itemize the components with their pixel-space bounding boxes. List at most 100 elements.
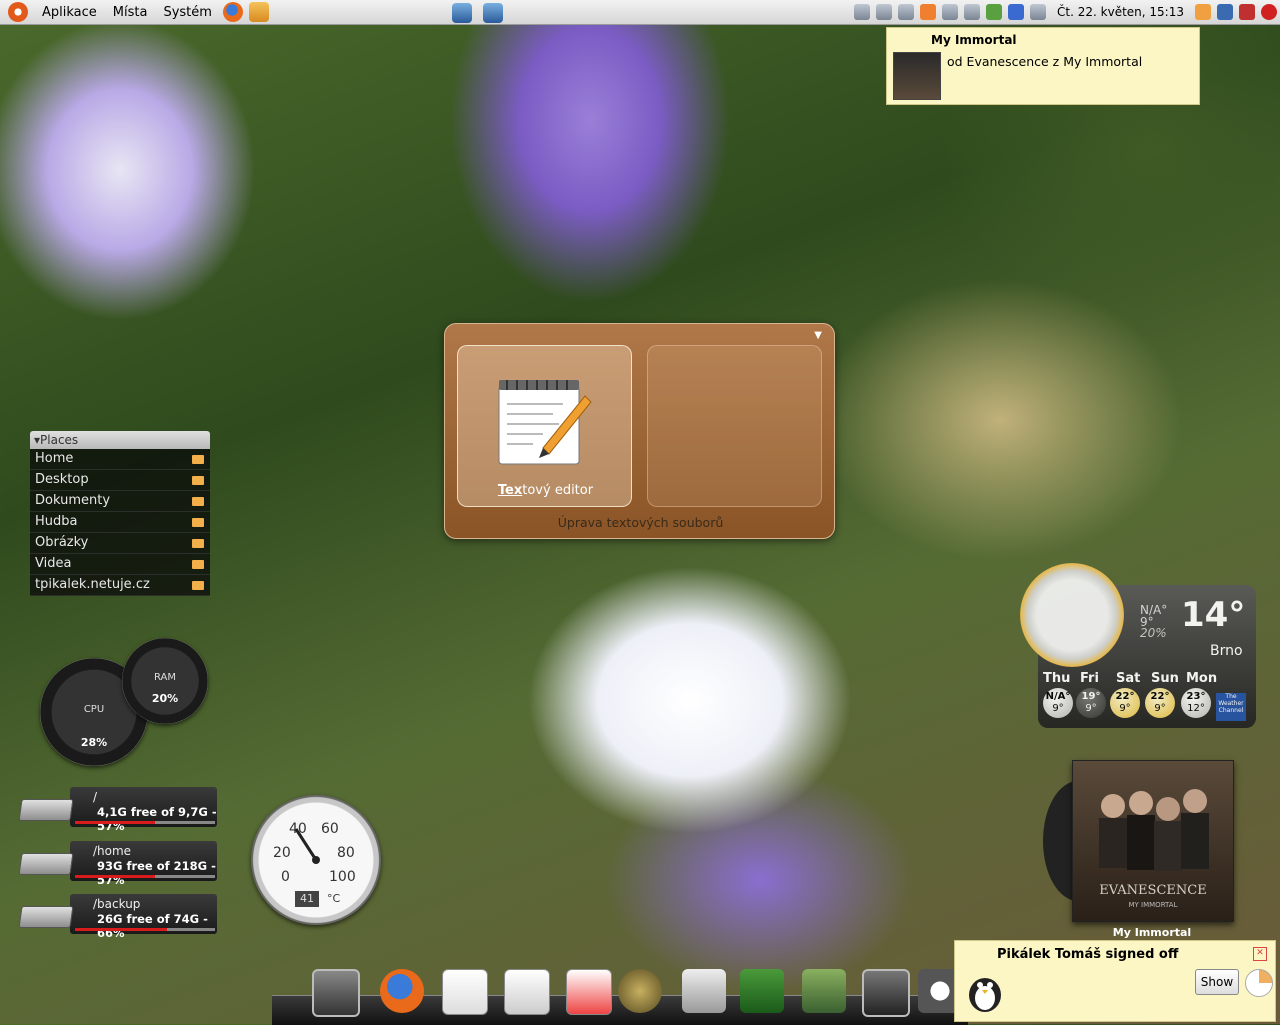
disk-info: 93G free of 218G - 57% xyxy=(97,859,216,887)
launcher-description: Úprava textových souborů xyxy=(557,515,724,530)
home-folder-launcher-icon[interactable] xyxy=(248,2,269,22)
show-button[interactable]: Show xyxy=(1195,969,1239,995)
city-name: Brno xyxy=(1210,643,1243,659)
notification-body: od Evanescence z My Immortal xyxy=(947,54,1143,69)
band-photo xyxy=(1099,789,1209,871)
folder-icon xyxy=(192,497,204,506)
now-playing-notification[interactable]: My Immortal od Evanescence z My Immortal xyxy=(886,27,1200,105)
update-icon[interactable] xyxy=(920,4,937,20)
folder-icon xyxy=(192,455,204,464)
forecast-day: Sun xyxy=(1151,671,1179,686)
clock[interactable]: Čt. 22. květen, 15:13 xyxy=(1057,5,1184,19)
launcher-result-label: Textový editor xyxy=(497,483,594,498)
launcher-result-text-editor[interactable]: Textový editor xyxy=(457,345,632,507)
places-item-desktop[interactable]: Desktop xyxy=(30,470,210,491)
menu-places[interactable]: Místa xyxy=(105,5,156,20)
menu-applications[interactable]: Aplikace xyxy=(34,5,105,20)
forecast-day: Mon xyxy=(1186,671,1218,686)
disk-root: / 4,1G free of 9,7G - 57% xyxy=(18,787,217,833)
text-editor-icon[interactable] xyxy=(442,969,488,1015)
top-panel: Aplikace Místa Systém Čt. 22. květen, 15… xyxy=(0,0,1280,25)
weather-tray-icon[interactable] xyxy=(964,4,981,20)
leaf-icon[interactable] xyxy=(986,4,1003,20)
disk-backup: /backup 26G free of 74G - 66% xyxy=(18,894,217,940)
disk-usage-bar xyxy=(75,875,215,878)
album-band-name: EVANESCENCE xyxy=(1099,883,1207,898)
printer-icon[interactable] xyxy=(898,4,915,20)
disk-info: 4,1G free of 9,7G - 57% xyxy=(97,805,217,833)
folder-icon xyxy=(192,539,204,548)
places-item-documents[interactable]: Dokumenty xyxy=(30,491,210,512)
firefox-launcher-icon[interactable] xyxy=(222,2,243,22)
document-viewer-icon[interactable] xyxy=(504,969,550,1015)
places-item-network[interactable]: tpikalek.netuje.cz xyxy=(30,575,210,596)
ram-label: RAM xyxy=(153,672,176,683)
menu-system[interactable]: Systém xyxy=(155,5,219,20)
network-2-icon[interactable] xyxy=(483,3,503,23)
ram-gauge: RAM 20% xyxy=(122,638,208,724)
precip-chance: 20% xyxy=(1140,626,1167,640)
weather-channel-logo: The Weather Channel xyxy=(1216,693,1246,721)
folder-icon xyxy=(192,581,204,590)
folder-icon xyxy=(192,560,204,569)
places-item-music[interactable]: Hudba xyxy=(30,512,210,533)
disk-usage-bar xyxy=(75,821,215,824)
temperature-gauge: 40 60 20 80 0 100 41 °C xyxy=(251,795,381,925)
im-notification[interactable]: Pikálek Tomáš signed off ✕ Show xyxy=(954,940,1276,1022)
books-icon[interactable] xyxy=(802,969,846,1013)
drive-icon[interactable] xyxy=(854,4,871,20)
network-icon[interactable] xyxy=(452,3,472,23)
forecast-icon: 23° 12° xyxy=(1181,688,1211,718)
forecast-icon: 22° 9° xyxy=(1145,688,1175,718)
notification-title: My Immortal xyxy=(931,33,1017,47)
album-title-art: MY IMMORTAL xyxy=(1128,901,1178,909)
close-icon[interactable]: ✕ xyxy=(1253,947,1267,961)
current-temperature: 14° xyxy=(1181,595,1246,635)
temperature-unit: °C xyxy=(327,892,341,905)
forecast-day: Fri xyxy=(1080,671,1099,686)
bluetooth-icon[interactable] xyxy=(1008,4,1025,20)
office-icon[interactable] xyxy=(566,969,612,1015)
gimp-icon[interactable] xyxy=(618,969,662,1013)
places-header[interactable]: ▾Places xyxy=(30,431,210,449)
forecast-day: Sat xyxy=(1116,671,1141,686)
dictionary-icon[interactable] xyxy=(740,969,784,1013)
drive-2-icon[interactable] xyxy=(876,4,893,20)
forecast-icon: 22° 9° xyxy=(1110,688,1140,718)
trash-icon[interactable] xyxy=(1195,4,1211,20)
power-icon[interactable] xyxy=(1261,4,1277,20)
places-item-pictures[interactable]: Obrázky xyxy=(30,533,210,554)
album-art-widget[interactable]: EVANESCENCE MY IMMORTAL xyxy=(1043,760,1234,922)
weather-widget[interactable]: N/A° 9° 20% 14° Brno Thu Fri Sat Sun Mon… xyxy=(1020,563,1256,728)
show-desktop-icon[interactable] xyxy=(1239,4,1255,20)
penguin-avatar-icon xyxy=(969,978,1001,1012)
places-item-home[interactable]: Home xyxy=(30,449,210,470)
volume-icon[interactable] xyxy=(1030,4,1047,20)
forecast-icon: N/A° 9° xyxy=(1043,688,1073,718)
audio-icon[interactable] xyxy=(682,969,726,1013)
forecast-day: Thu xyxy=(1043,671,1071,686)
terminal-2-icon[interactable] xyxy=(862,969,910,1017)
disk-info: 26G free of 74G - 66% xyxy=(97,912,208,940)
workspace-switcher-icon[interactable] xyxy=(1217,4,1233,20)
disk-mount: /home xyxy=(93,844,132,858)
ubuntu-logo-icon[interactable] xyxy=(8,2,28,22)
disk-mount: / xyxy=(93,790,98,804)
places-item-videos[interactable]: Videa xyxy=(30,554,210,575)
text-editor-icon xyxy=(498,380,592,465)
places-widget: ▾Places Home Desktop Dokumenty Hudba Obr… xyxy=(30,431,210,596)
launcher-menu-arrow-icon[interactable]: ▼ xyxy=(814,330,822,341)
timeout-pie-icon xyxy=(1245,969,1273,997)
disk-home: /home 93G free of 218G - 57% xyxy=(18,841,217,887)
im-message: Pikálek Tomáš signed off xyxy=(997,947,1179,962)
terminal-icon[interactable] xyxy=(312,969,360,1017)
ram-value: 20% xyxy=(151,692,179,705)
hard-drive-icon xyxy=(18,906,74,928)
system-tray: Čt. 22. květen, 15:13 xyxy=(851,0,1280,24)
album-cover-thumbnail xyxy=(893,52,941,100)
firefox-icon[interactable] xyxy=(380,969,424,1013)
cpu-value: 28% xyxy=(80,736,108,749)
hard-drive-icon xyxy=(18,853,74,875)
launcher-action-slot[interactable] xyxy=(647,345,822,507)
messenger-icon[interactable] xyxy=(942,4,959,20)
